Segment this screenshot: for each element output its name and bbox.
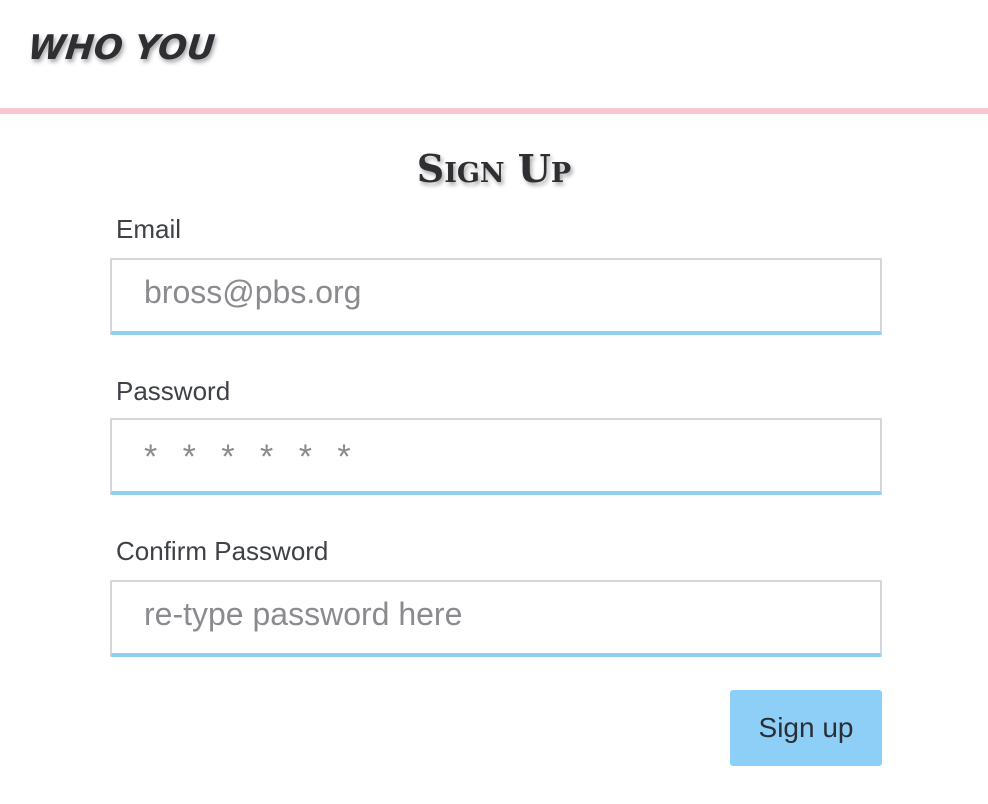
password-field[interactable]: * * * * * * bbox=[110, 418, 882, 495]
header: WHO YOU bbox=[0, 0, 988, 114]
confirm-password-field[interactable]: re-type password here bbox=[110, 580, 882, 657]
email-field[interactable]: bross@pbs.org bbox=[110, 258, 882, 335]
password-placeholder: * * * * * * bbox=[144, 438, 359, 476]
confirm-password-placeholder: re-type password here bbox=[144, 596, 463, 632]
email-placeholder: bross@pbs.org bbox=[144, 274, 362, 310]
email-label: Email bbox=[116, 214, 182, 244]
brand-logo[interactable]: WHO YOU bbox=[26, 28, 217, 68]
password-label: Password bbox=[116, 376, 231, 406]
page-title: Sign Up bbox=[416, 146, 572, 191]
confirm-password-label: Confirm Password bbox=[116, 536, 329, 566]
sign-up-button[interactable]: Sign up bbox=[730, 690, 882, 766]
